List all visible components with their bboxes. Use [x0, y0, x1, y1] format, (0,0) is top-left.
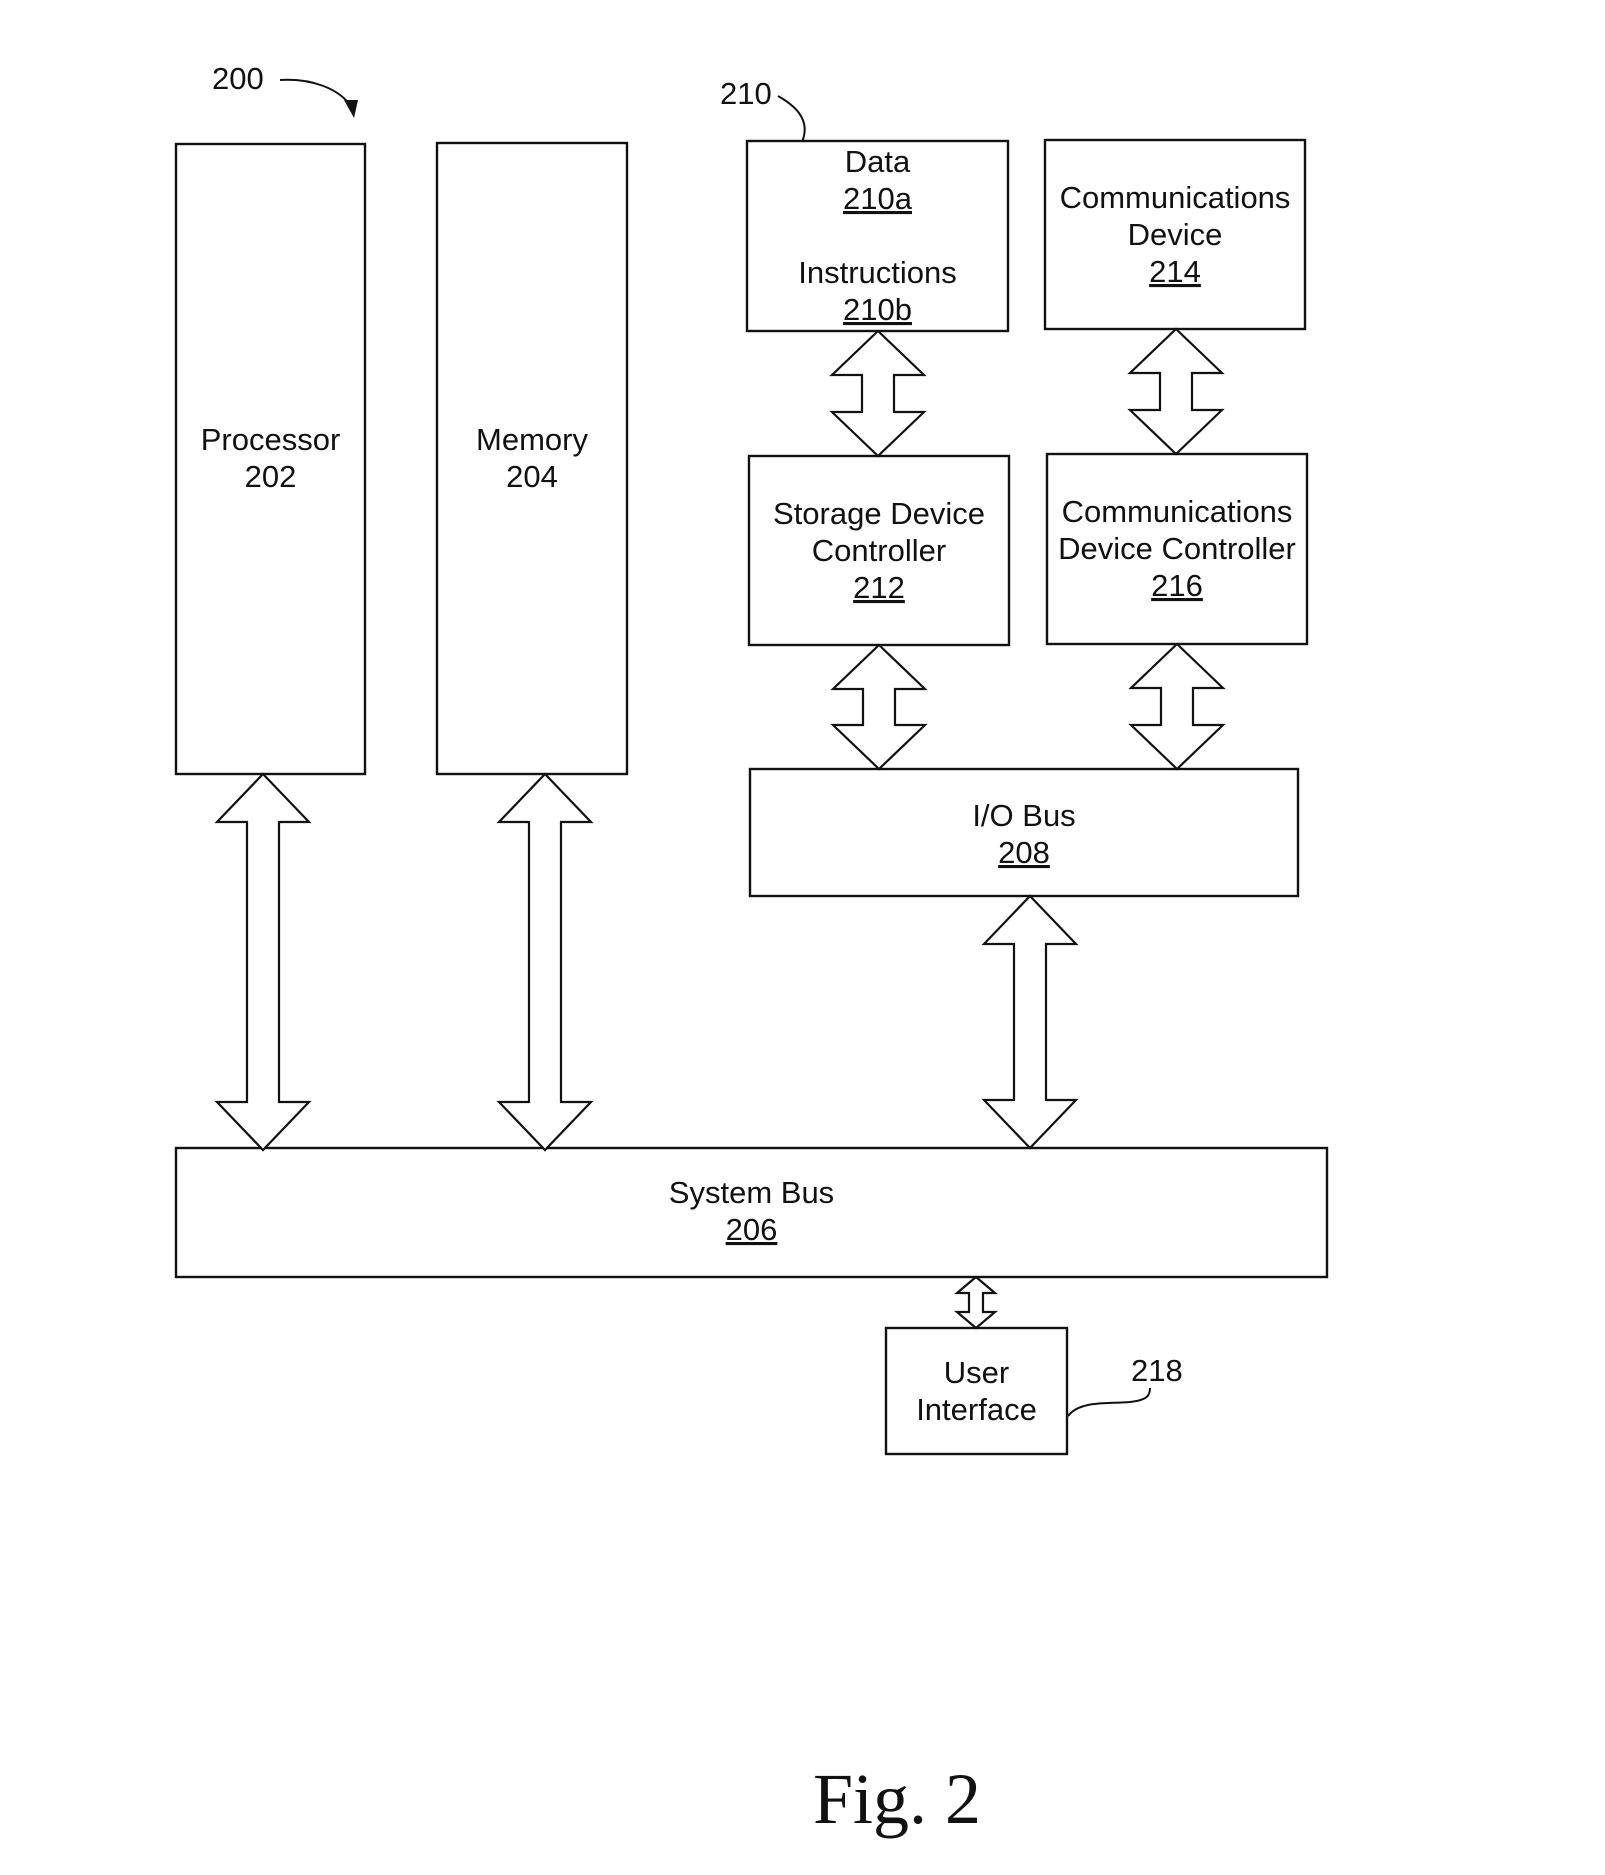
data-instructions-label-line: 210a	[843, 181, 913, 216]
processor-label-line: 202	[245, 459, 297, 494]
arrow-data-to-storage-controller-icon	[829, 329, 927, 458]
ref-numeral-210: 210	[720, 76, 772, 111]
arrow-system-bus-to-user-interface-icon	[953, 1275, 999, 1330]
system-bus-label-line: System Bus	[669, 1175, 834, 1210]
arrow-memory-to-system-bus-icon	[496, 772, 594, 1152]
figure-caption: Fig. 2	[813, 1759, 981, 1839]
memory-label-line: Memory	[476, 422, 588, 457]
memory-label-line: 204	[506, 459, 558, 494]
comm-device-label-line: Device	[1128, 217, 1223, 252]
data-instructions-label-line: Data	[845, 144, 911, 179]
patent-figure: 200 210 218 Processor 202 Memory 204 Data 210…	[0, 0, 1605, 1875]
leader-line-218	[1067, 1387, 1151, 1417]
leader-line-200	[279, 78, 353, 109]
user-interface-label-line: User	[944, 1355, 1009, 1390]
user-interface-label-line: Interface	[916, 1392, 1037, 1427]
comm-controller-label-line: 216	[1151, 568, 1203, 603]
io-bus-label-line: 208	[998, 835, 1050, 870]
arrowhead-200-icon	[344, 100, 358, 118]
arrow-comm-device-to-controller-icon	[1127, 327, 1225, 456]
ref-numeral-200: 200	[212, 61, 264, 96]
processor-label-line: Processor	[201, 422, 341, 457]
storage-controller-label-line: 212	[853, 570, 905, 605]
storage-controller-label-line: Storage Device	[773, 496, 985, 531]
io-bus-label-line: I/O Bus	[972, 798, 1075, 833]
arrow-io-bus-to-system-bus-icon	[981, 894, 1079, 1150]
system-bus-label-line: 206	[726, 1212, 778, 1247]
comm-controller-label-line: Device Controller	[1058, 531, 1296, 566]
comm-device-label-line: Communications	[1060, 180, 1291, 215]
arrow-processor-to-system-bus-icon	[214, 772, 312, 1152]
storage-controller-label-line: Controller	[812, 533, 946, 568]
ref-numeral-218: 218	[1131, 1353, 1183, 1388]
arrow-comm-controller-to-io-bus-icon	[1128, 642, 1226, 771]
user-interface-block	[884, 1326, 1069, 1456]
arrow-storage-controller-to-io-bus-icon	[830, 643, 928, 771]
comm-device-label-line: 214	[1149, 254, 1201, 289]
data-instructions-label-line: 210b	[843, 292, 912, 327]
block-diagram: 200 210 218 Processor202Memory204Data210…	[174, 61, 1329, 1839]
leader-line-210	[777, 95, 806, 143]
data-instructions-label-line: Instructions	[798, 255, 957, 290]
comm-controller-label-line: Communications	[1062, 494, 1293, 529]
